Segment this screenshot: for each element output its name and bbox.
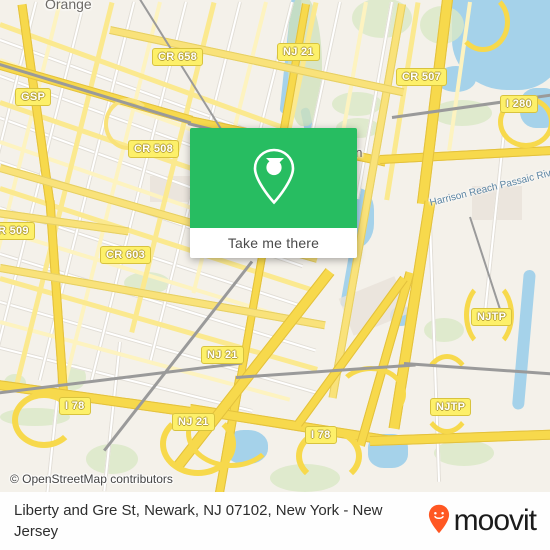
osm-attribution[interactable]: © OpenStreetMap contributors [10,472,173,486]
moovit-logo[interactable]: moovit [428,504,537,539]
green-strip-center-south [86,444,138,474]
shield-nj-21-low[interactable]: NJ 21 [172,413,215,431]
green-strip-se2 [434,440,494,466]
shield-cr-603[interactable]: CR 603 [100,246,152,264]
shield-njtp-upper[interactable]: NJTP [471,308,513,326]
moovit-map-screenshot: CR 658 NJ 21 CR 507 I 280 GSP CR 508 R 5… [0,0,550,550]
moovit-pin-smiley-icon [428,504,450,539]
shield-cr-508[interactable]: CR 508 [128,140,180,158]
moovit-wordmark: moovit [453,504,537,537]
shield-i-280[interactable]: I 280 [500,95,538,113]
shield-cr-507[interactable]: CR 507 [396,68,448,86]
place-label-orange: Orange [45,0,92,12]
road-ramp-loop-9 [186,398,276,468]
shield-nj-21-north[interactable]: NJ 21 [277,43,320,61]
shield-nj-21-mid[interactable]: NJ 21 [201,346,244,364]
location-title: Liberty and Gre St, Newark, NJ 07102, Ne… [14,502,383,540]
shield-i-78-right[interactable]: I 78 [305,426,337,444]
shield-i-78-left[interactable]: I 78 [59,397,91,415]
shield-cr-658[interactable]: CR 658 [152,48,204,66]
map-pin-icon [251,147,297,210]
take-me-there-label: Take me there [227,235,320,251]
card-pin-area [190,128,357,228]
card-pointer-tail [266,158,284,167]
green-strip-se [424,318,464,342]
footer-bar: Liberty and Gre St, Newark, NJ 07102, Ne… [0,492,550,550]
card-action-bar[interactable]: Take me there [190,228,357,258]
location-popup-card[interactable]: Take me there [190,128,357,258]
road-ramp-loop-10 [336,366,406,422]
shield-cr-509[interactable]: R 509 [0,222,35,240]
shield-gsp[interactable]: GSP [15,88,52,106]
shield-njtp-lower[interactable]: NJTP [430,398,472,416]
